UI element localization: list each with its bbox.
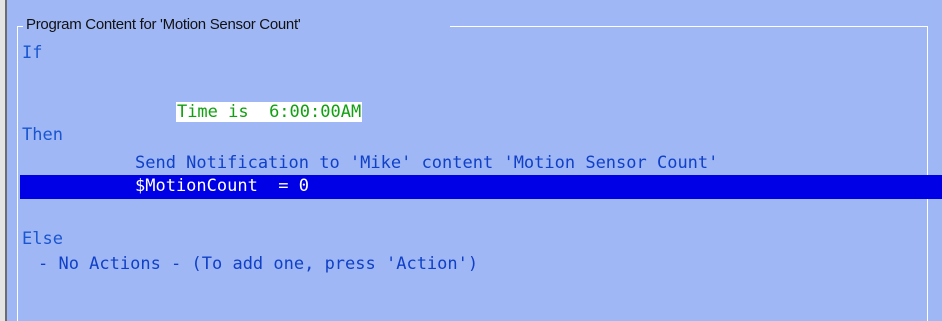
condition-time[interactable]: Time is 6:00:00AM bbox=[175, 102, 363, 122]
else-no-actions-placeholder[interactable]: - No Actions - (To add one, press 'Actio… bbox=[38, 253, 478, 276]
condition-line[interactable]: Time is 6:00:00AM bbox=[135, 78, 363, 147]
else-keyword[interactable]: Else bbox=[22, 228, 63, 251]
program-content-panel: Program Content for 'Motion Sensor Count… bbox=[0, 0, 942, 321]
groupbox-border-right bbox=[927, 26, 928, 321]
if-keyword[interactable]: If bbox=[22, 42, 42, 65]
then-action-send-notification[interactable]: Send Notification to 'Mike' content 'Mot… bbox=[135, 152, 718, 175]
groupbox-title: Program Content for 'Motion Sensor Count… bbox=[25, 15, 303, 35]
then-action-set-variable[interactable]: $MotionCount = 0 bbox=[135, 175, 309, 198]
then-keyword[interactable]: Then bbox=[22, 124, 63, 147]
window-left-border bbox=[5, 0, 7, 321]
groupbox-border-top-right bbox=[450, 26, 928, 27]
groupbox-border-left bbox=[17, 26, 18, 321]
